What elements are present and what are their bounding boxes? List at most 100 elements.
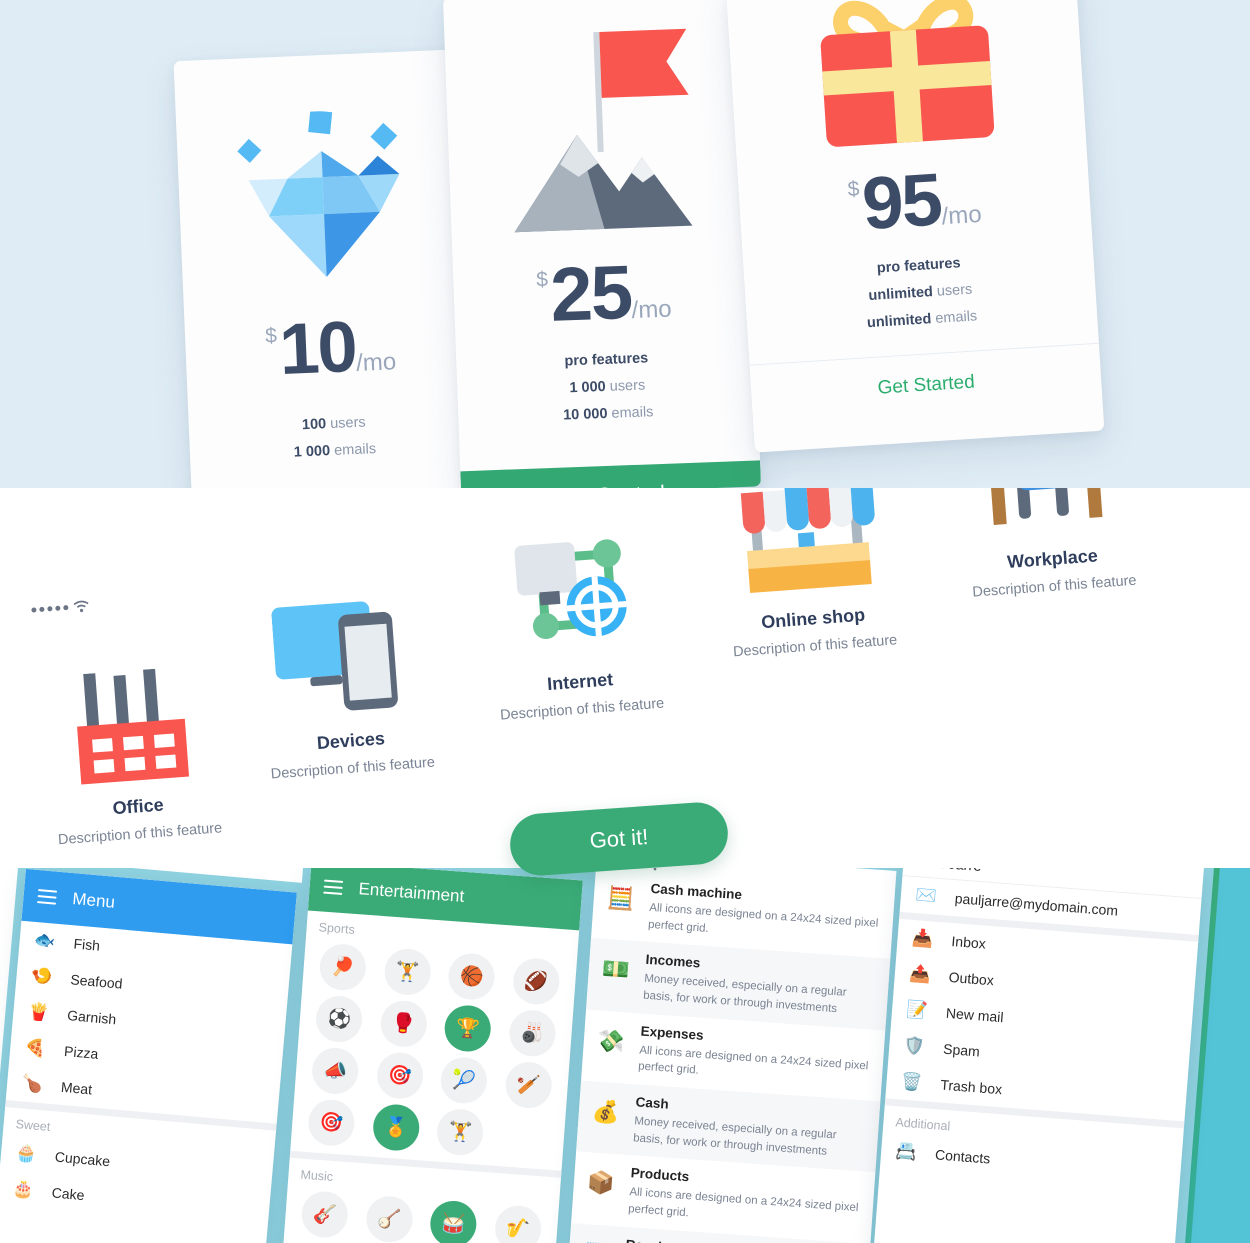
whistle-icon[interactable]: 📣 — [310, 1046, 361, 1096]
meat-icon: 🍗 — [20, 1073, 44, 1095]
list-item-label: Contacts — [934, 1146, 991, 1167]
feature-workplace[interactable]: Workplace Description of this feature — [926, 488, 1169, 603]
pingpong-icon[interactable]: 🏓 — [318, 942, 368, 992]
price-amount: 95 — [859, 157, 944, 246]
price-currency: $ — [847, 177, 861, 202]
kettlebell-icon[interactable]: 🏋 — [382, 947, 433, 997]
finance-row-title: Expenses — [640, 1023, 705, 1043]
menu-phone-screen[interactable]: Menu 🐟 Fish 🍤 Seafood 🍟 Garnish 🍕 Pizza 🍗 Mea… — [0, 868, 297, 1243]
devices-icon — [225, 579, 464, 725]
pricing-card-premium[interactable]: $ 95 /mo pro features unlimited users un… — [725, 0, 1105, 453]
pricing-card-basic[interactable]: $ 10 /mo 100 users 1 000 emails Get Star… — [173, 49, 483, 490]
feature-internet[interactable]: Internet Description of this feature — [454, 520, 697, 726]
sports-icon-grid: 🏓 🏋 🏀 🏈 ⚽ 🥊 🏆 🎳 📣 🎯 🎾 🏏 🎯 🏅 🏋 — [290, 937, 577, 1170]
finance-row-title: Cash machine — [650, 880, 743, 903]
feature-list: 100 users 1 000 emails — [189, 410, 481, 465]
feature-item: 10 000 emails — [562, 404, 654, 424]
mobile-screens-section: Menu 🐟 Fish 🍤 Seafood 🍟 Garnish 🍕 Pizza 🍗 Mea… — [0, 868, 1250, 1243]
get-started-button[interactable]: Get Started — [460, 460, 762, 490]
feature-item: 1 000 users — [569, 377, 646, 397]
trash-icon: 🗑️ — [900, 1071, 923, 1093]
cupcake-icon: 🧁 — [14, 1143, 38, 1164]
football-icon[interactable]: 🏈 — [511, 956, 561, 1006]
feature-office[interactable]: Office Description of this feature — [12, 644, 255, 850]
hamburger-icon[interactable] — [323, 876, 344, 898]
mail-phone-screen[interactable]: Paul Jarre ✉️ pauljarre@mydomain.com 📥In… — [871, 868, 1205, 1243]
finance-row-title: Products — [630, 1165, 690, 1185]
soccer-icon[interactable]: ⚽ — [314, 994, 364, 1044]
expense-icon: 💸 — [596, 1027, 626, 1055]
drum-icon[interactable]: 🥁 — [428, 1199, 479, 1243]
entertainment-phone-screen[interactable]: Entertainment Sports 🏓 🏋 🏀 🏈 ⚽ 🥊 🏆 🎳 📣 🎯… — [281, 868, 583, 1243]
finance-row-desc: Money received, especially on a regular … — [632, 1115, 837, 1158]
appbar-title: Menu — [71, 889, 116, 912]
cash-icon: 💰 — [591, 1098, 621, 1126]
status-bar — [31, 599, 90, 616]
list-item-label: New mail — [945, 1004, 1005, 1026]
bowling-icon[interactable]: 🎳 — [507, 1008, 557, 1058]
feature-devices[interactable]: Devices Description of this feature — [225, 579, 468, 785]
screenshot-stage: $ 10 /mo 100 users 1 000 emails Get Star… — [0, 0, 1250, 1243]
feature-list: pro features unlimited users unlimited e… — [744, 247, 1098, 339]
workplace-icon — [926, 488, 1165, 543]
boxing-icon[interactable]: 🥊 — [378, 999, 429, 1049]
finance-row-desc: Money received, especially on a regular … — [642, 973, 847, 1016]
price-amount: 10 — [277, 306, 358, 391]
medal-icon[interactable]: 🏅 — [371, 1102, 421, 1153]
basketball-icon[interactable]: 🏀 — [447, 952, 497, 1002]
cash-machine-icon: 🧮 — [606, 884, 636, 912]
feature-item: pro features — [564, 350, 649, 370]
finance-row-title: Receipt — [625, 1237, 675, 1243]
fries-icon: 🍟 — [27, 1001, 50, 1023]
receipt-icon: 🧾 — [578, 1233, 614, 1243]
trophy-icon[interactable]: 🏆 — [443, 1003, 493, 1054]
racket-icon[interactable]: 🎾 — [439, 1055, 489, 1105]
finance-row-desc: All icons are designed on a 24x24 sized … — [627, 1186, 859, 1220]
guitar-icon[interactable]: 🎸 — [300, 1189, 350, 1240]
new-mail-icon: 📝 — [905, 999, 929, 1021]
shrimp-icon: 🍤 — [30, 965, 54, 987]
price-currency: $ — [535, 268, 549, 292]
signal-dots-icon — [31, 604, 69, 613]
dartboard-icon[interactable]: 🎯 — [307, 1098, 357, 1148]
list-item-label: Seafood — [69, 971, 124, 992]
feature-online-shop[interactable]: Online shop Description of this feature — [687, 488, 930, 663]
finance-phone-screen[interactable]: 🧮 Cash machine All icons are designed on… — [567, 868, 897, 1243]
hamburger-icon[interactable] — [37, 886, 58, 908]
list-item-label: Cupcake — [54, 1148, 111, 1170]
internet-icon — [454, 520, 693, 666]
banjo-icon[interactable]: 🪕 — [364, 1194, 414, 1243]
price-period: /mo — [631, 295, 673, 325]
list-item-label: Spam — [942, 1040, 981, 1060]
get-started-button[interactable]: Get Started — [750, 344, 1103, 418]
feature-item: 100 users — [301, 414, 366, 434]
income-icon: 💵 — [601, 956, 631, 983]
finance-row-desc: All icons are designed on a 24x24 sized … — [637, 1044, 869, 1078]
feature-item: 1 000 emails — [293, 441, 377, 461]
inbox-icon: 📥 — [911, 927, 934, 949]
list-item-label: Trash box — [939, 1076, 1003, 1098]
list-item-label: Outbox — [948, 968, 995, 989]
finance-row-desc: All icons are designed on a 24x24 sized … — [647, 901, 879, 935]
saxophone-icon[interactable]: 🎷 — [493, 1204, 543, 1243]
factory-icon — [12, 644, 251, 790]
price-period: /mo — [355, 347, 397, 377]
menu-list: 🐟 Fish 🍤 Seafood 🍟 Garnish 🍕 Pizza 🍗 Meat — [6, 921, 293, 1124]
envelope-icon: ✉️ — [914, 885, 938, 906]
list-item-label: Inbox — [950, 933, 987, 952]
pizza-icon: 🍕 — [24, 1037, 47, 1059]
shop-icon — [687, 488, 926, 603]
target-icon[interactable]: 🎯 — [375, 1051, 425, 1101]
outbox-icon: 📤 — [908, 963, 932, 985]
wifi-icon — [73, 600, 89, 613]
appbar-title: Entertainment — [357, 879, 465, 906]
finance-row-title: Incomes — [645, 952, 701, 971]
pricing-card-pro[interactable]: $ 25 /mo pro features 1 000 users 10 000… — [442, 0, 762, 490]
list-item-label: Meat — [60, 1078, 93, 1098]
baseball-icon[interactable]: 🏏 — [503, 1060, 554, 1110]
diamond-icon — [173, 49, 472, 292]
pricing-section: $ 10 /mo 100 users 1 000 emails Get Star… — [0, 0, 1250, 490]
gift-icon — [726, 0, 1087, 163]
list-item-label: Cake — [51, 1184, 86, 1204]
dumbbell-icon[interactable]: 🏋 — [435, 1107, 485, 1157]
